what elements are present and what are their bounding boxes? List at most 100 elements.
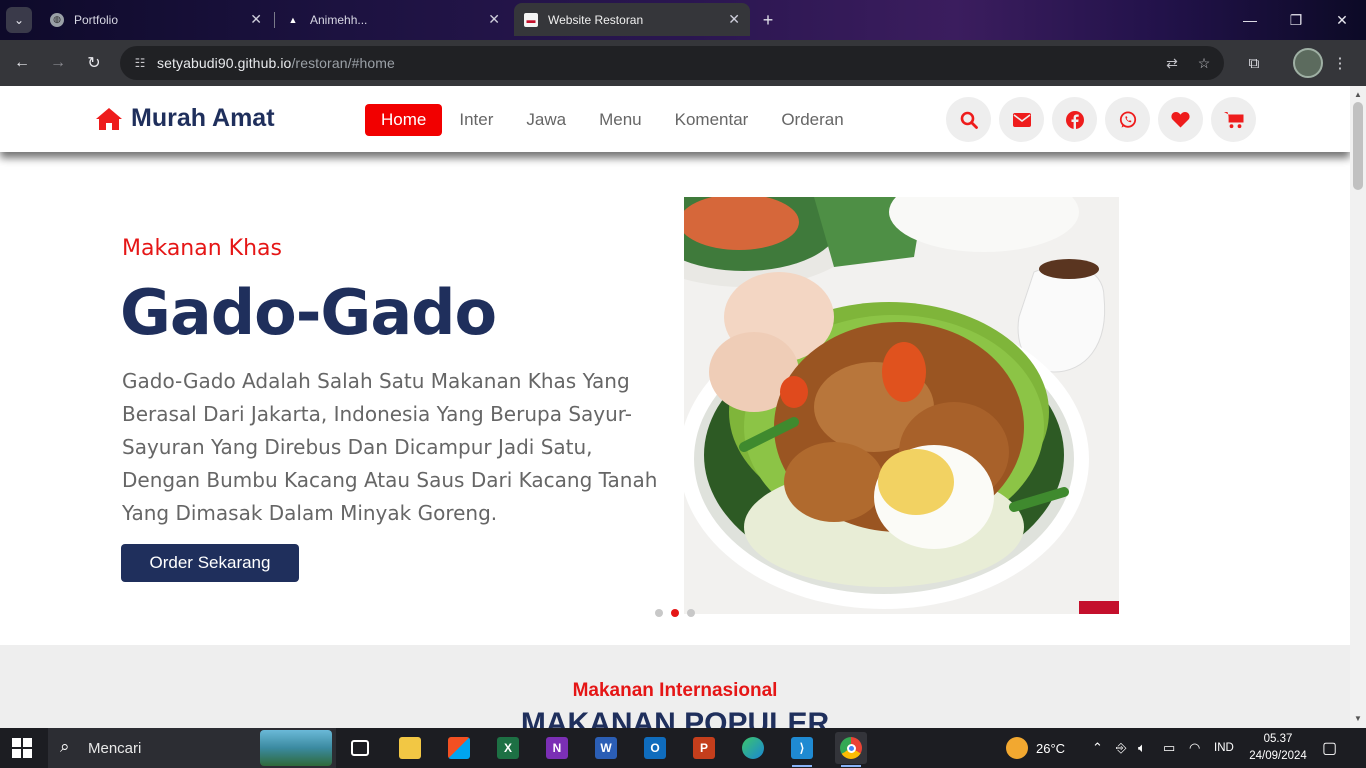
main-nav: Home Inter Jawa Menu Komentar Orderan: [365, 104, 861, 136]
popular-section: Makanan Internasional MAKANAN POPULER: [0, 645, 1350, 728]
onenote-icon[interactable]: N: [541, 732, 573, 764]
file-explorer-icon[interactable]: [394, 732, 426, 764]
cart-icon[interactable]: [1211, 97, 1256, 142]
tab-animehh[interactable]: ▲ Animehh... ✕: [276, 3, 510, 36]
translate-icon[interactable]: ⇄: [1162, 53, 1182, 73]
hero-title: Gado-Gado: [120, 276, 497, 349]
close-icon[interactable]: ✕: [728, 11, 740, 28]
hero-description: Gado-Gado Adalah Salah Satu Makanan Khas…: [122, 369, 658, 525]
search-icon: ⌕: [60, 737, 70, 756]
tab-title: Portfolio: [74, 12, 119, 27]
battery-icon[interactable]: ▭: [1163, 728, 1175, 768]
nav-jawa[interactable]: Jawa: [510, 104, 582, 136]
restaurant-favicon: ▬: [524, 12, 538, 27]
windows-start-icon[interactable]: [12, 738, 32, 758]
carousel-dots: [655, 609, 703, 617]
gado-gado-image: [684, 197, 1119, 614]
nav-inter[interactable]: Inter: [443, 104, 509, 136]
page-scrollbar[interactable]: ▲ ▼: [1350, 86, 1366, 728]
microsoft-store-icon[interactable]: [443, 732, 475, 764]
bookmark-star-icon[interactable]: ☆: [1194, 53, 1214, 73]
brand-name: Murah Amat: [131, 104, 275, 132]
section-title: MAKANAN POPULER: [520, 707, 830, 728]
address-bar[interactable]: ☷ setyabudi90.github.io/restoran/#home ⇄…: [120, 46, 1224, 80]
menu-dots-icon[interactable]: ⋮: [1327, 50, 1353, 76]
minimize-button[interactable]: —: [1238, 8, 1262, 32]
heart-icon[interactable]: [1158, 97, 1203, 142]
envelope-icon[interactable]: [999, 97, 1044, 142]
language-indicator[interactable]: IND: [1214, 728, 1234, 768]
facebook-icon[interactable]: [1052, 97, 1097, 142]
powerpoint-icon[interactable]: P: [688, 732, 720, 764]
task-view-icon[interactable]: [344, 732, 376, 764]
reload-button[interactable]: ↻: [81, 50, 107, 76]
tab-portfolio[interactable]: ◍ Portfolio ✕: [40, 3, 272, 36]
carousel-dot-2[interactable]: [671, 609, 679, 617]
header-icon-group: [946, 97, 1264, 142]
chrome-icon[interactable]: [835, 732, 867, 767]
globe-icon: ◍: [50, 12, 64, 27]
volume-icon[interactable]: 🔈︎: [1138, 728, 1146, 768]
extensions-icon[interactable]: ⧉: [1241, 50, 1267, 76]
url-host: setyabudi90.github.io: [157, 55, 292, 71]
forward-button[interactable]: →: [45, 50, 71, 76]
nav-komentar[interactable]: Komentar: [659, 104, 765, 136]
page-viewport: Murah Amat Home Inter Jawa Menu Komentar…: [0, 86, 1350, 728]
brand-logo[interactable]: Murah Amat: [95, 104, 275, 133]
tab-separator: [274, 12, 275, 28]
meet-now-icon[interactable]: ⎆: [1116, 728, 1126, 768]
scrollbar-thumb[interactable]: [1353, 102, 1363, 190]
active-indicator: [841, 765, 861, 767]
nav-home[interactable]: Home: [365, 104, 443, 136]
outlook-icon[interactable]: O: [639, 732, 671, 764]
taskbar-clock[interactable]: 05.37 24/09/2024: [1246, 731, 1310, 765]
search-icon[interactable]: [946, 97, 991, 142]
home-icon: [96, 107, 122, 130]
carousel-dot-3[interactable]: [687, 609, 695, 617]
whatsapp-icon[interactable]: [1105, 97, 1150, 142]
nav-orderan[interactable]: Orderan: [765, 104, 859, 136]
site-header: Murah Amat Home Inter Jawa Menu Komentar…: [0, 86, 1350, 152]
nav-menu[interactable]: Menu: [583, 104, 658, 136]
browser-tab-bar: ⌄ ◍ Portfolio ✕ ▲ Animehh... ✕ ▬ Website…: [0, 0, 1366, 40]
tab-title: Website Restoran: [548, 12, 644, 27]
tab-website-restoran[interactable]: ▬ Website Restoran ✕: [514, 3, 750, 36]
back-button[interactable]: ←: [9, 50, 35, 76]
tab-title: Animehh...: [310, 12, 368, 27]
hero-subtitle: Makanan Khas: [122, 236, 282, 261]
restore-button[interactable]: ❐: [1284, 8, 1308, 32]
scroll-up-arrow[interactable]: ▲: [1354, 90, 1362, 99]
edge-icon[interactable]: [737, 732, 769, 764]
active-indicator: [792, 765, 812, 767]
url-path: /restoran/#home: [291, 55, 395, 71]
close-icon[interactable]: ✕: [250, 11, 262, 28]
clock-time: 05.37: [1263, 733, 1293, 745]
tab-search-button[interactable]: ⌄: [6, 7, 32, 33]
taskbar-search[interactable]: ⌕ Mencari: [48, 728, 336, 768]
url-text[interactable]: setyabudi90.github.io/restoran/#home: [157, 55, 395, 71]
excel-icon[interactable]: X: [492, 732, 524, 764]
scroll-down-arrow[interactable]: ▼: [1354, 714, 1362, 723]
windows-taskbar: ⌕ Mencari X N W O P ⟩ 26°C ⌃ ⎆ 🔈︎ ▭ ◠ IN…: [0, 728, 1366, 768]
order-now-button[interactable]: Order Sekarang: [121, 544, 299, 582]
close-icon[interactable]: ✕: [488, 11, 500, 28]
watermark-tag: [1079, 601, 1119, 614]
weather-icon: [1006, 737, 1028, 759]
vscode-icon[interactable]: ⟩: [786, 732, 818, 767]
browser-toolbar: ← → ↻ ☷ setyabudi90.github.io/restoran/#…: [0, 40, 1366, 86]
weather-temp: 26°C: [1036, 740, 1066, 756]
word-icon[interactable]: W: [590, 732, 622, 764]
show-hidden-icons[interactable]: ⌃: [1092, 728, 1103, 768]
section-subtitle: Makanan Internasional: [572, 680, 778, 701]
close-window-button[interactable]: ✕: [1330, 8, 1354, 32]
notification-icon[interactable]: ▢: [1322, 738, 1342, 758]
profile-avatar[interactable]: [1293, 48, 1323, 78]
wifi-icon[interactable]: ◠: [1189, 728, 1200, 768]
site-info-icon[interactable]: ☷: [128, 51, 152, 75]
carousel-dot-1[interactable]: [655, 609, 663, 617]
triangle-icon: ▲: [288, 14, 298, 25]
weather-widget[interactable]: 26°C: [1006, 728, 1065, 768]
search-highlight-image: [260, 730, 332, 766]
clock-date: 24/09/2024: [1249, 750, 1307, 762]
new-tab-button[interactable]: +: [756, 8, 780, 32]
